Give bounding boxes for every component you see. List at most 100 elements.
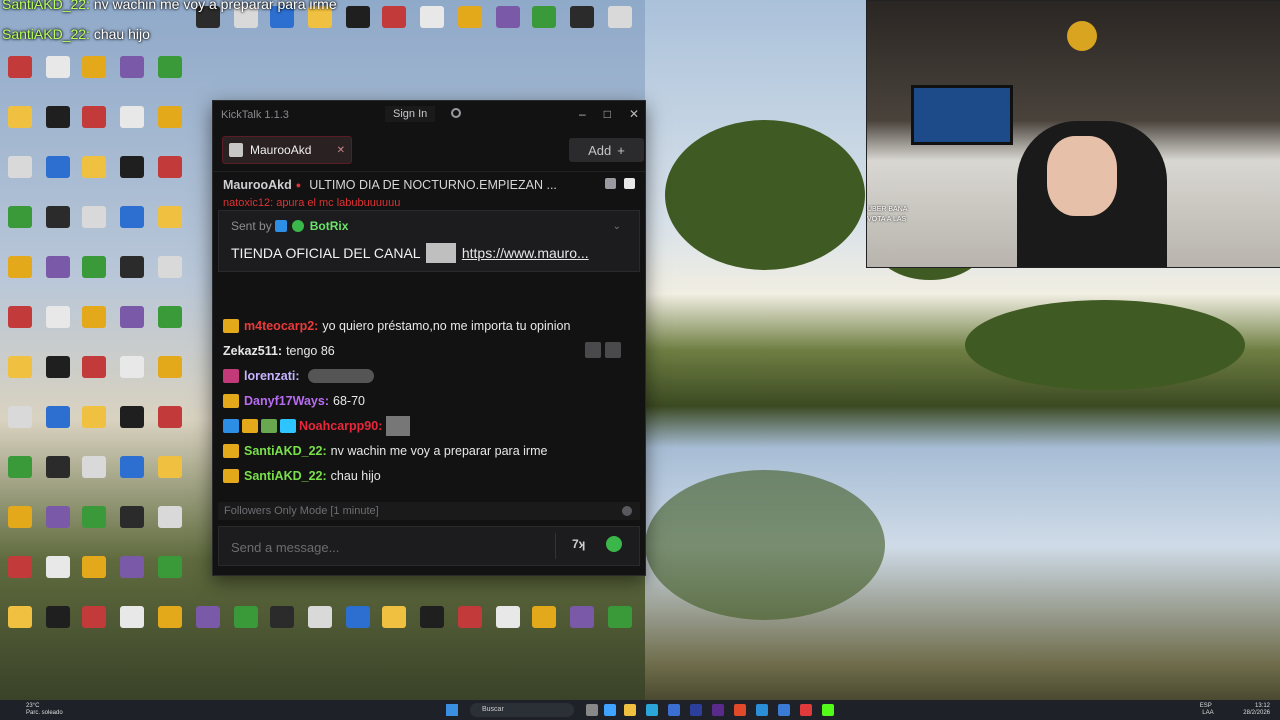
desktop-shortcut-icon[interactable] <box>40 204 76 248</box>
info-icon[interactable] <box>622 506 632 516</box>
desktop-shortcut-icon[interactable] <box>76 254 112 298</box>
chat-message[interactable]: m4teocarp2: yo quiero préstamo,no me impo… <box>213 313 633 338</box>
desktop-shortcut-icon[interactable] <box>40 454 76 498</box>
desktop-shortcut-icon[interactable] <box>414 4 450 48</box>
chat-username[interactable]: SantiAKD_22: <box>244 469 327 483</box>
desktop-shortcut-icon[interactable] <box>228 604 264 648</box>
desktop-shortcut-icon[interactable] <box>2 54 38 98</box>
task-view-icon[interactable] <box>586 704 598 716</box>
desktop-shortcut-icon[interactable] <box>152 504 188 548</box>
system-tray[interactable]: ESP 13:12 LAA 28/2/2026 <box>1200 703 1270 717</box>
title-bar[interactable]: KickTalk 1.1.3 Sign In – □ ✕ <box>213 101 645 129</box>
desktop-shortcut-icon[interactable] <box>114 54 150 98</box>
app-icon[interactable] <box>690 704 702 716</box>
desktop-shortcut-icon[interactable] <box>114 304 150 348</box>
kick-emote-button[interactable]: 7ʞ <box>572 537 592 553</box>
brave-icon[interactable] <box>734 704 746 716</box>
app-icon[interactable] <box>800 704 812 716</box>
edge-icon[interactable] <box>646 704 658 716</box>
desktop-shortcut-icon[interactable] <box>602 4 638 48</box>
copy-icon[interactable] <box>605 342 621 358</box>
app-icon[interactable] <box>778 704 790 716</box>
desktop-shortcut-icon[interactable] <box>490 604 526 648</box>
desktop-shortcut-icon[interactable] <box>40 154 76 198</box>
desktop-shortcut-icon[interactable] <box>2 504 38 548</box>
desktop-shortcut-icon[interactable] <box>114 254 150 298</box>
desktop-shortcut-icon[interactable] <box>152 204 188 248</box>
chat-message[interactable]: SantiAKD_22: nv wachin me voy a preparar … <box>213 438 633 463</box>
desktop-shortcut-icon[interactable] <box>76 554 112 598</box>
desktop-shortcut-icon[interactable] <box>40 54 76 98</box>
desktop-shortcut-icon[interactable] <box>526 604 562 648</box>
chat-username[interactable]: m4teocarp2: <box>244 319 318 333</box>
emoji-picker-icon[interactable] <box>606 536 622 552</box>
desktop-shortcut-icon[interactable] <box>40 254 76 298</box>
desktop-shortcut-icon[interactable] <box>76 454 112 498</box>
pin-icon[interactable] <box>624 178 635 189</box>
desktop-shortcut-icon[interactable] <box>114 504 150 548</box>
desktop-shortcut-icon[interactable] <box>340 604 376 648</box>
desktop-shortcut-icon[interactable] <box>40 104 76 148</box>
streamer-name[interactable]: MaurooAkd <box>223 178 292 192</box>
desktop-shortcut-icon[interactable] <box>114 404 150 448</box>
app-icon[interactable] <box>604 704 616 716</box>
desktop-shortcut-icon[interactable] <box>152 354 188 398</box>
desktop-shortcut-icon[interactable] <box>414 604 450 648</box>
desktop-shortcut-icon[interactable] <box>452 4 488 48</box>
desktop-shortcut-icon[interactable] <box>2 404 38 448</box>
desktop-shortcut-icon[interactable] <box>40 304 76 348</box>
chat-message[interactable]: Noahcarpp90: <box>213 413 633 438</box>
desktop-shortcut-icon[interactable] <box>76 354 112 398</box>
desktop-shortcut-icon[interactable] <box>2 254 38 298</box>
desktop-shortcut-icon[interactable] <box>564 4 600 48</box>
pinned-sender-name[interactable]: BotRix <box>310 219 349 233</box>
desktop-shortcut-icon[interactable] <box>76 154 112 198</box>
desktop-shortcut-icon[interactable] <box>114 354 150 398</box>
desktop-shortcut-icon[interactable] <box>2 204 38 248</box>
desktop-shortcut-icon[interactable] <box>76 404 112 448</box>
desktop-shortcut-icon[interactable] <box>152 104 188 148</box>
close-icon[interactable]: ✕ <box>337 145 345 156</box>
app-icon[interactable] <box>712 704 724 716</box>
desktop-shortcut-icon[interactable] <box>452 604 488 648</box>
desktop-shortcut-icon[interactable] <box>76 104 112 148</box>
desktop-shortcut-icon[interactable] <box>40 504 76 548</box>
pinned-link[interactable]: https://www.mauro... <box>462 245 589 261</box>
windows-start-icon[interactable] <box>446 704 458 716</box>
desktop-shortcut-icon[interactable] <box>114 604 150 648</box>
desktop-shortcut-icon[interactable] <box>40 404 76 448</box>
desktop-shortcut-icon[interactable] <box>76 304 112 348</box>
desktop-shortcut-icon[interactable] <box>190 604 226 648</box>
chat-message[interactable]: Danyf17Ways: 68-70 <box>213 388 633 413</box>
sign-in-button[interactable]: Sign In <box>385 106 436 122</box>
chat-message[interactable]: SantiAKD_22: chau hijo <box>213 463 633 488</box>
desktop-shortcut-icon[interactable] <box>564 604 600 648</box>
chevron-down-icon[interactable]: ⌄ <box>613 221 621 232</box>
chat-message[interactable]: lorenzati: <box>213 363 633 388</box>
minimize-button[interactable]: – <box>579 107 586 121</box>
desktop-shortcut-icon[interactable] <box>340 4 376 48</box>
desktop-shortcut-icon[interactable] <box>526 4 562 48</box>
desktop-shortcut-icon[interactable] <box>2 304 38 348</box>
desktop-shortcut-icon[interactable] <box>40 554 76 598</box>
desktop-shortcut-icon[interactable] <box>114 454 150 498</box>
kick-icon[interactable] <box>822 704 834 716</box>
app-icon[interactable] <box>756 704 768 716</box>
desktop-shortcut-icon[interactable] <box>114 204 150 248</box>
desktop-shortcut-icon[interactable] <box>76 54 112 98</box>
desktop-shortcut-icon[interactable] <box>152 604 188 648</box>
weather-widget[interactable]: 23°C Parc. soleado <box>26 703 63 717</box>
chat-username[interactable]: Zekaz511: <box>223 344 282 358</box>
desktop-shortcut-icon[interactable] <box>76 504 112 548</box>
chat-input[interactable] <box>229 536 553 558</box>
desktop-shortcut-icon[interactable] <box>152 154 188 198</box>
chat-username[interactable]: Noahcarpp90: <box>299 419 382 433</box>
desktop-shortcut-icon[interactable] <box>2 554 38 598</box>
app-icon[interactable] <box>668 704 680 716</box>
file-explorer-icon[interactable] <box>624 704 636 716</box>
desktop-shortcut-icon[interactable] <box>152 454 188 498</box>
desktop-shortcut-icon[interactable] <box>376 4 412 48</box>
desktop-shortcut-icon[interactable] <box>152 54 188 98</box>
add-channel-button[interactable]: Add + <box>569 138 644 162</box>
desktop-shortcut-icon[interactable] <box>264 604 300 648</box>
